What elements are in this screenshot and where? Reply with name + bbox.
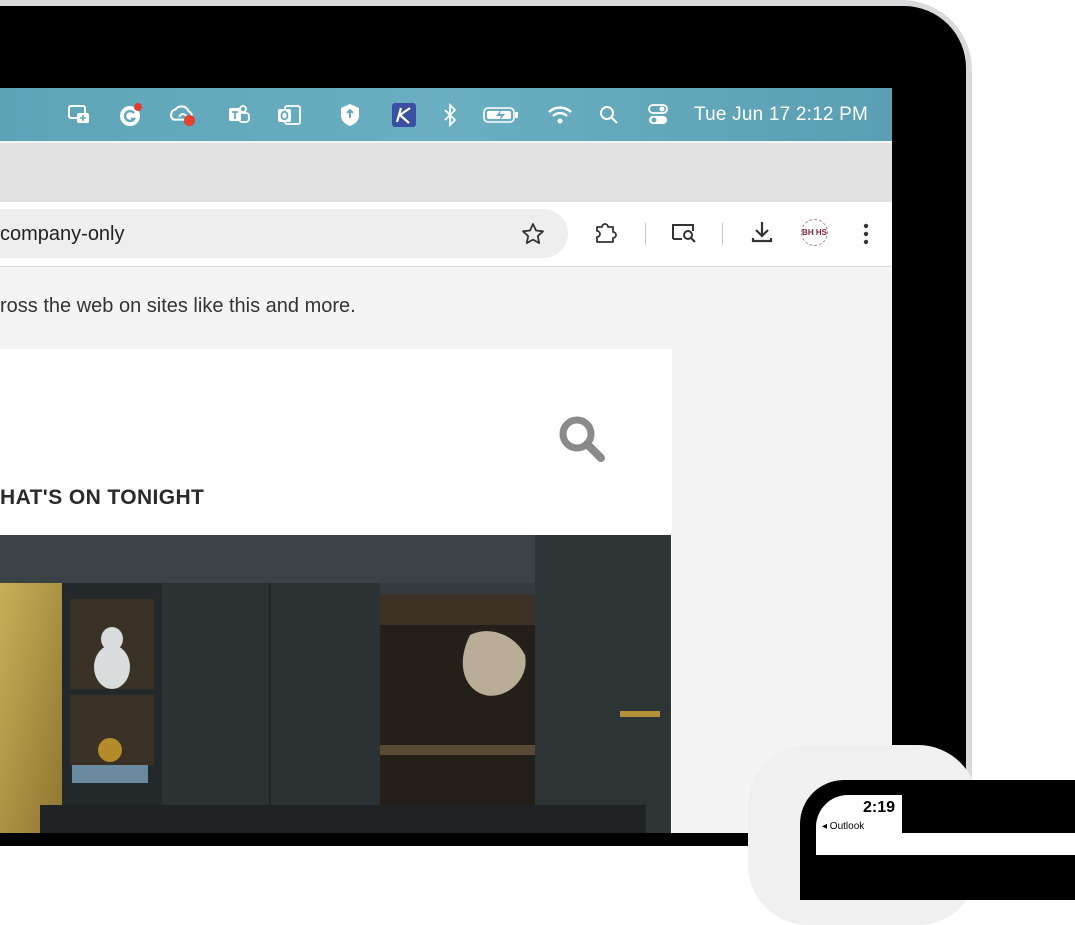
ad-heading: HAT'S ON TONIGHT — [0, 486, 205, 509]
creative-cloud-icon[interactable] — [170, 102, 196, 128]
room-photo — [0, 535, 671, 833]
page-content: ross the web on sites like this and more… — [0, 267, 892, 833]
menu-bar-clock[interactable]: Tue Jun 17 2:12 PM — [694, 104, 868, 126]
outlook-icon[interactable] — [276, 102, 302, 128]
toolbar-divider — [722, 223, 723, 245]
bluetooth-icon[interactable] — [437, 102, 463, 128]
browser-tab-strip — [0, 143, 892, 202]
promo-text: ross the web on sites like this and more… — [0, 295, 356, 317]
vpn-shield-icon[interactable] — [337, 102, 363, 128]
phone-time: 2:19 — [863, 799, 896, 816]
laptop-screen: Tue Jun 17 2:12 PM company-only BH HS ro… — [0, 88, 892, 833]
address-bar[interactable]: company-only — [0, 209, 568, 258]
screen-share-icon[interactable] — [66, 102, 92, 128]
toolbar-divider — [645, 223, 646, 245]
wifi-icon[interactable] — [547, 102, 573, 128]
search-icon[interactable] — [555, 412, 609, 471]
more-menu-icon[interactable] — [862, 222, 870, 251]
ad-card[interactable]: HAT'S ON TONIGHT — [0, 349, 672, 833]
spotlight-search-icon[interactable] — [596, 102, 622, 128]
battery-icon — [480, 102, 522, 128]
url-text[interactable]: company-only — [0, 223, 125, 246]
teams-icon[interactable] — [226, 102, 252, 128]
klack-icon[interactable] — [391, 102, 417, 128]
phone-back-link[interactable]: ◂ Outlook — [822, 821, 864, 832]
profile-avatar[interactable]: BH HS — [801, 219, 828, 246]
download-icon[interactable] — [749, 219, 775, 250]
browser-toolbar: company-only BH HS — [0, 202, 892, 267]
grammarly-icon[interactable] — [118, 102, 144, 128]
phone-right-edge — [902, 780, 1075, 833]
star-icon[interactable] — [520, 221, 546, 252]
tab-search-icon[interactable] — [669, 219, 699, 250]
puzzle-icon[interactable] — [593, 219, 619, 250]
control-center-icon[interactable] — [645, 102, 671, 128]
menu-bar: Tue Jun 17 2:12 PM — [0, 88, 892, 141]
